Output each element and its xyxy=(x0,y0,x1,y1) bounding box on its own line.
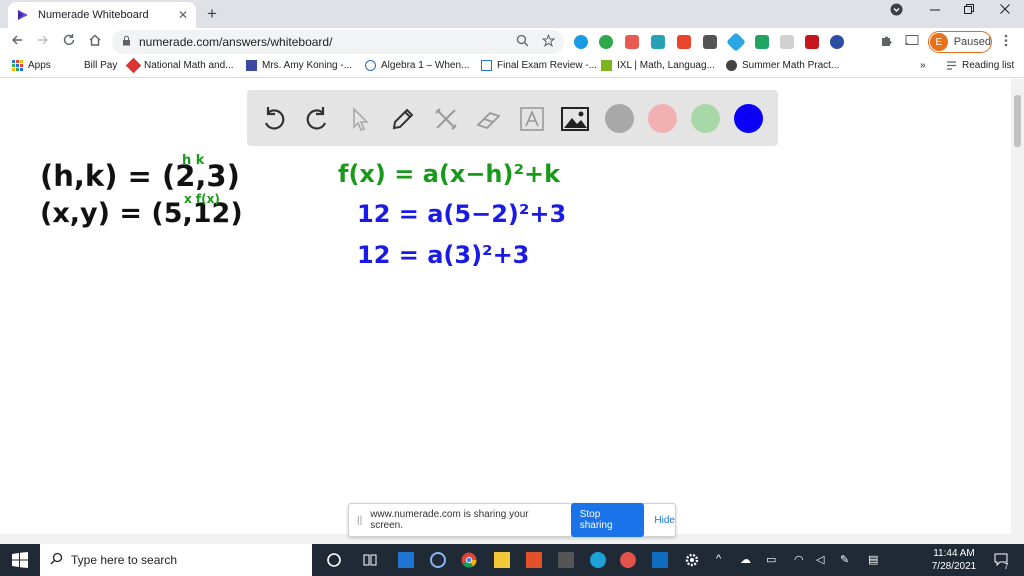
simplified-equation: 12 = a(3)²+3 xyxy=(357,241,529,269)
onedrive-icon[interactable]: ☁ xyxy=(740,553,751,566)
store-icon[interactable] xyxy=(558,552,574,568)
pen-tray-icon[interactable]: ✎ xyxy=(840,553,849,566)
search-placeholder: Type here to search xyxy=(71,553,178,567)
vertex-form-equation: f(x) = a(x−h)²+k xyxy=(338,160,561,188)
hk-labels: h k xyxy=(182,153,205,168)
xy-labels: x f(x) xyxy=(184,192,220,206)
hk-line: (h,k) = (2,3) xyxy=(40,159,240,193)
hide-button[interactable]: Hide xyxy=(654,515,675,526)
chrome-icon[interactable] xyxy=(461,552,477,568)
clock[interactable]: 11:44 AM 7/28/2021 xyxy=(924,547,984,573)
share-message: www.numerade.com is sharing your screen. xyxy=(370,509,529,531)
app-icon[interactable] xyxy=(526,552,542,568)
keyboard-icon[interactable]: ▤ xyxy=(868,553,878,566)
edge-icon[interactable] xyxy=(590,552,606,568)
cortana-icon[interactable] xyxy=(326,552,342,568)
wifi-icon[interactable]: ◠ xyxy=(794,553,804,566)
taskbar-search[interactable]: Type here to search xyxy=(40,544,312,576)
stop-sharing-button[interactable]: Stop sharing xyxy=(570,503,645,537)
clock-date: 7/28/2021 xyxy=(931,561,977,572)
volume-icon[interactable]: ◁ xyxy=(816,553,824,566)
search-icon xyxy=(50,552,63,568)
tray-chevron-up-icon[interactable]: ^ xyxy=(716,553,721,565)
network-icon[interactable]: ▭ xyxy=(766,553,776,566)
task-view-icon[interactable] xyxy=(362,552,378,568)
scroll-thumb[interactable] xyxy=(1014,95,1021,147)
outlook-icon[interactable] xyxy=(652,552,668,568)
screen-share-bar: || www.numerade.com is sharing your scre… xyxy=(348,503,676,537)
drag-handle-icon[interactable]: || xyxy=(357,515,362,526)
media-icon[interactable] xyxy=(430,552,446,568)
handwriting-layer: (h,k) = (2,3) h k (x,y) = (5,12) x f(x) … xyxy=(40,153,566,269)
windows-start-icon[interactable] xyxy=(12,552,28,568)
file-explorer-icon[interactable] xyxy=(494,552,510,568)
app-red-icon[interactable] xyxy=(620,552,636,568)
vertical-scrollbar[interactable] xyxy=(1011,79,1024,534)
settings-gear-icon[interactable] xyxy=(684,552,700,568)
notification-count: 7 xyxy=(1004,562,1009,571)
substitution-equation: 12 = a(5−2)²+3 xyxy=(357,200,566,228)
mail-icon[interactable] xyxy=(398,552,414,568)
windows-taskbar: Type here to search ^ ☁ ▭ ◠ ◁ ✎ ▤ 11:44 … xyxy=(0,544,1024,576)
clock-time: 11:44 AM xyxy=(933,548,975,559)
